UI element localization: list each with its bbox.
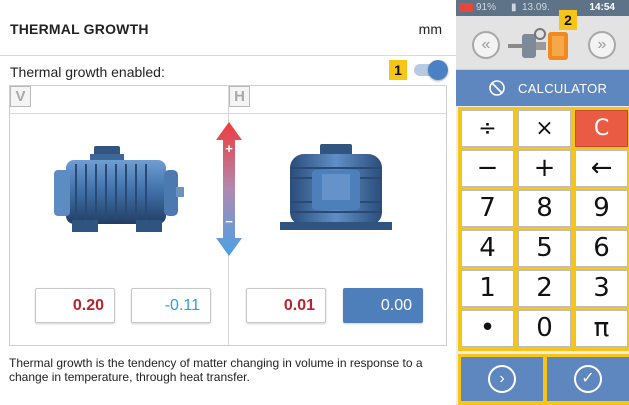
screen: THERMAL GROWTH mm Thermal growth enabled… [0, 0, 629, 405]
motor-front-view-image [280, 144, 392, 230]
battery-percent: 91% [476, 2, 497, 13]
key-label: − [476, 153, 499, 183]
minus-sign: − [225, 214, 233, 229]
key-8-button[interactable]: 8 [518, 190, 571, 227]
key-label: ← [590, 153, 613, 183]
key-7-button[interactable]: 7 [461, 190, 514, 227]
key-label: C [593, 116, 610, 141]
key-minus-button[interactable]: − [461, 150, 514, 187]
toggle-knob [428, 60, 448, 80]
key-label: 3 [593, 273, 610, 303]
key-label: • [479, 313, 496, 343]
key-label: + [533, 153, 556, 183]
key-clear-button[interactable]: C [575, 110, 628, 147]
key-label: × [535, 116, 554, 141]
thermal-growth-panel: V H + − 0.20 -0.11 0.01 0.00 [9, 85, 447, 346]
key-divide-button[interactable]: ÷ [461, 110, 514, 147]
key-label: 6 [593, 233, 610, 263]
calculator-title: CALCULATOR [518, 81, 608, 96]
horizontal-right-value[interactable]: 0.00 [343, 288, 423, 323]
chevron-right-icon[interactable]: » [588, 31, 616, 59]
callout-badge-2: 2 [559, 10, 577, 30]
key-label: 4 [479, 233, 496, 263]
key-label: 9 [593, 193, 610, 223]
key-label: 2 [536, 273, 553, 303]
status-time: 14:54 [589, 2, 615, 13]
chevron-right-circle-icon: › [488, 365, 516, 393]
machine-train-icon [508, 28, 568, 60]
vertical-left-value[interactable]: 0.20 [35, 288, 115, 323]
status-date: 13.09. [522, 2, 550, 13]
key-multiply-button[interactable]: × [518, 110, 571, 147]
vertical-view-label: V [10, 86, 31, 107]
page-title: THERMAL GROWTH [10, 21, 149, 37]
key-5-button[interactable]: 5 [518, 230, 571, 267]
thermal-growth-toggle[interactable] [412, 60, 448, 80]
key-0-button[interactable]: 0 [518, 310, 571, 347]
key-label: 0 [536, 313, 553, 343]
check-circle-icon: ✓ [574, 365, 602, 393]
key-label: ÷ [478, 116, 497, 141]
battery-icon [459, 3, 473, 12]
key-label: 7 [479, 193, 496, 223]
thermal-growth-enabled-label: Thermal growth enabled: [10, 64, 165, 80]
key-backspace-button[interactable]: ← [575, 150, 628, 187]
confirm-button[interactable]: ✓ [547, 357, 629, 401]
key-label: 8 [536, 193, 553, 223]
calculator-icon [489, 80, 505, 96]
calculator-keypad: ÷ × C − + ← 7 8 9 4 5 6 1 2 3 • 0 π [458, 107, 629, 351]
status-bar: 91% ▮ 13.09. 14:54 [456, 0, 629, 16]
machine-train-bar: « 2 » [456, 10, 629, 70]
horizontal-view-label: H [229, 86, 250, 107]
thermal-growth-description: Thermal growth is the tendency of matter… [9, 356, 423, 384]
key-2-button[interactable]: 2 [518, 270, 571, 307]
callout-badge-1: 1 [389, 60, 407, 80]
calculator-header[interactable]: CALCULATOR [456, 70, 629, 106]
key-plus-button[interactable]: + [518, 150, 571, 187]
next-button[interactable]: › [461, 357, 543, 401]
key-9-button[interactable]: 9 [575, 190, 628, 227]
key-label: π [593, 313, 610, 343]
key-label: 1 [479, 273, 496, 303]
key-label: 5 [536, 233, 553, 263]
header: THERMAL GROWTH mm [0, 0, 456, 56]
signal-icon: ▮ [511, 2, 517, 13]
key-4-button[interactable]: 4 [461, 230, 514, 267]
plus-sign: + [225, 141, 233, 156]
vertical-right-value[interactable]: -0.11 [131, 288, 211, 323]
thermal-growth-pane: THERMAL GROWTH mm Thermal growth enabled… [0, 0, 456, 405]
key-3-button[interactable]: 3 [575, 270, 628, 307]
key-pi-button[interactable]: π [575, 310, 628, 347]
motor-side-view-image [54, 146, 184, 232]
horizontal-left-value[interactable]: 0.01 [246, 288, 326, 323]
key-1-button[interactable]: 1 [461, 270, 514, 307]
bottom-action-bar: › ✓ [458, 354, 629, 405]
calculator-pane: 91% ▮ 13.09. 14:54 « 2 » CALCULATOR ÷ × … [456, 0, 629, 405]
unit-label: mm [418, 21, 442, 37]
chevron-left-icon[interactable]: « [472, 31, 500, 59]
key-6-button[interactable]: 6 [575, 230, 628, 267]
key-decimal-button[interactable]: • [461, 310, 514, 347]
